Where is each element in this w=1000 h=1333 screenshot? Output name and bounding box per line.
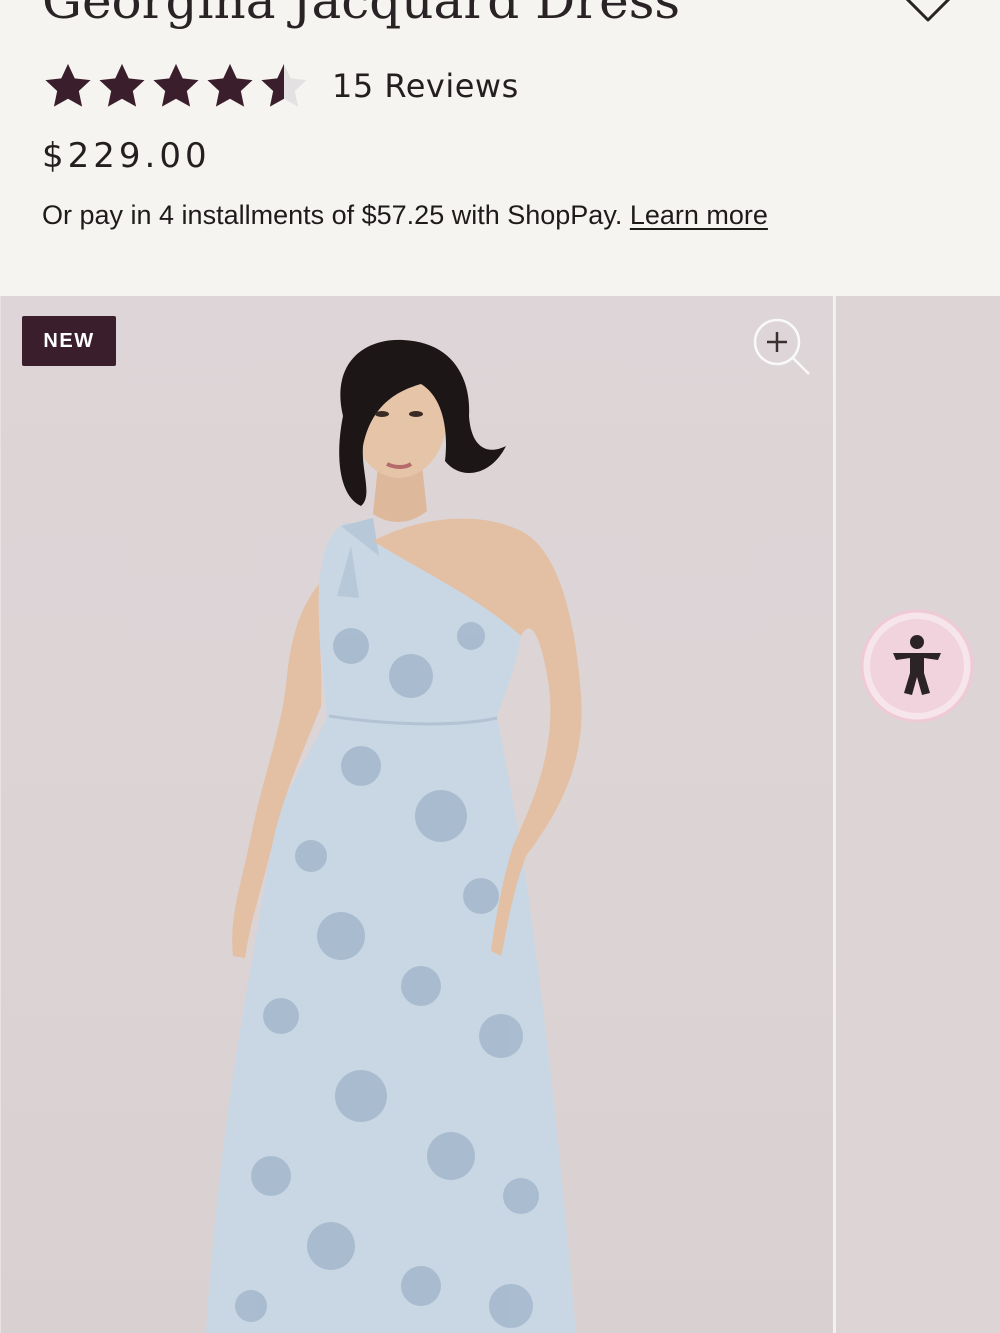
- product-price: $229.00: [42, 136, 211, 176]
- product-image-gallery[interactable]: NEW: [0, 296, 1000, 1333]
- learn-more-link[interactable]: Learn more: [630, 200, 768, 230]
- star-icon-full: [45, 63, 91, 107]
- product-info: Georgina Jacquard Dress 15 Reviews $229.…: [0, 0, 1000, 296]
- star-rating: [42, 60, 310, 112]
- next-image-slide-preview[interactable]: [834, 296, 1000, 1333]
- product-image-slide[interactable]: NEW: [0, 296, 833, 1333]
- installments-text: Or pay in 4 installments of $57.25 with …: [42, 200, 623, 230]
- product-photo: [206, 339, 582, 1333]
- star-icon-half: [261, 63, 307, 107]
- reviews-link[interactable]: 15 Reviews: [332, 67, 519, 105]
- accessibility-icon[interactable]: [860, 609, 974, 723]
- wishlist-heart-icon[interactable]: [896, 0, 960, 34]
- zoom-in-icon[interactable]: [749, 314, 813, 378]
- star-icon-full: [153, 63, 199, 107]
- rating-row[interactable]: 15 Reviews: [42, 60, 519, 112]
- star-icon-full: [99, 63, 145, 107]
- installments-message: Or pay in 4 installments of $57.25 with …: [42, 200, 768, 231]
- new-badge: NEW: [22, 316, 116, 366]
- product-title: Georgina Jacquard Dress: [42, 0, 681, 30]
- star-icon-full: [207, 63, 253, 107]
